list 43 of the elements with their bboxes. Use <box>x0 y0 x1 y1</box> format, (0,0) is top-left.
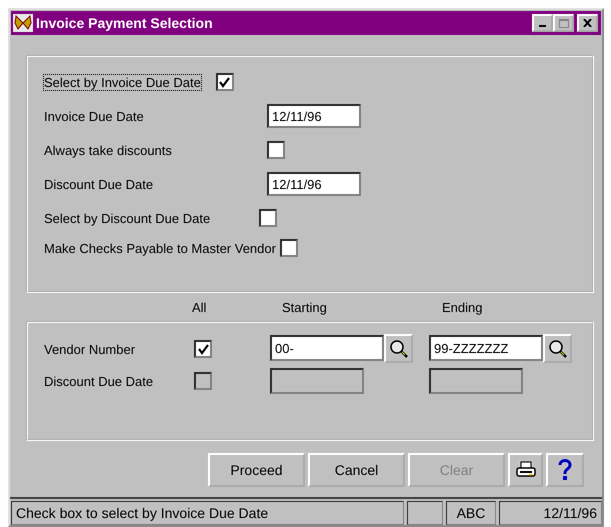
status-date: 12/11/96 <box>499 501 602 525</box>
question-mark-icon <box>558 459 572 481</box>
close-button[interactable] <box>577 14 598 32</box>
start-field[interactable]: 00- <box>270 335 384 361</box>
action-button[interactable]: Cancel <box>308 453 405 487</box>
checkbox[interactable] <box>216 73 234 91</box>
search-button[interactable] <box>384 334 413 363</box>
option-label: Make Checks Payable to Master Vendor <box>44 240 276 256</box>
status-panel <box>407 501 443 525</box>
range-label: Discount Due Date <box>44 374 154 388</box>
date-field[interactable]: 12/11/96 <box>267 172 361 196</box>
close-icon <box>583 19 592 27</box>
status-indicator: ABC <box>446 501 496 525</box>
print-button[interactable] <box>508 453 543 487</box>
end-field[interactable]: 99-ZZZZZZZ <box>429 335 543 361</box>
option-label: Discount Due Date <box>44 176 154 192</box>
column-header: All <box>192 300 208 314</box>
column-header: Ending <box>442 300 482 314</box>
status-message: Check box to select by Invoice Due Date <box>11 501 404 525</box>
maximize-icon <box>558 18 568 28</box>
minimize-button[interactable] <box>532 14 553 32</box>
printer-icon <box>516 461 536 479</box>
checkbox[interactable] <box>194 340 212 358</box>
help-button[interactable] <box>546 453 584 487</box>
search-icon <box>388 338 408 358</box>
option-label: Select by Invoice Due Date <box>44 74 201 90</box>
checkbox[interactable] <box>280 239 298 257</box>
search-button[interactable] <box>543 334 572 363</box>
option-label: Select by Discount Due Date <box>44 210 212 226</box>
option-label: Invoice Due Date <box>44 108 145 124</box>
search-icon <box>548 338 568 358</box>
start-field[interactable] <box>270 368 364 394</box>
maximize-button[interactable] <box>553 14 574 32</box>
option-label: Always take discounts <box>44 142 173 158</box>
range-label: Vendor Number <box>44 342 136 356</box>
action-button[interactable]: Proceed <box>208 453 305 487</box>
checkbox[interactable] <box>267 141 285 159</box>
window-title: Invoice Payment Selection <box>36 15 214 31</box>
column-header: Starting <box>282 300 328 314</box>
checkbox[interactable] <box>259 209 277 227</box>
end-field[interactable] <box>429 368 523 394</box>
date-field[interactable]: 12/11/96 <box>267 104 361 128</box>
butterfly-icon <box>13 14 33 32</box>
